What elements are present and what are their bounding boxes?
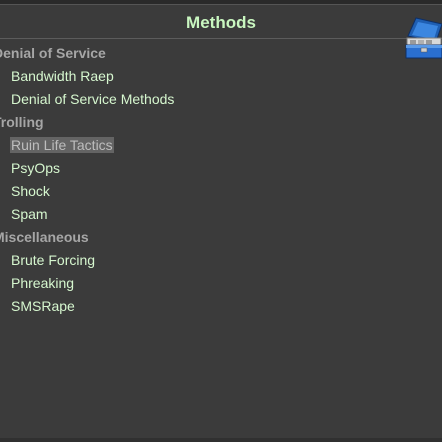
- page-title: Methods: [186, 13, 256, 32]
- methods-window: Methods Denial of Service Bandwidth Raep…: [0, 0, 442, 442]
- category-label: Miscellaneous: [0, 229, 89, 245]
- tree-item-label: Shock: [11, 183, 50, 199]
- tree-item-ruin-life-tactics[interactable]: Ruin Life Tactics: [10, 135, 114, 155]
- tree-item-smsrape[interactable]: SMSRape: [10, 296, 76, 316]
- toolbox-icon: [404, 14, 442, 60]
- category-label: Denial of Service: [0, 45, 106, 61]
- tree-item-denial-of-service-methods[interactable]: Denial of Service Methods: [10, 89, 175, 109]
- tree-item-label: Spam: [11, 206, 48, 222]
- tree-item-label: PsyOps: [11, 160, 61, 176]
- category-denial-of-service[interactable]: Denial of Service: [0, 43, 106, 63]
- tree-item-brute-forcing[interactable]: Brute Forcing: [10, 250, 96, 270]
- tree-item-spam[interactable]: Spam: [10, 204, 49, 224]
- tree-item-shock[interactable]: Shock: [10, 181, 51, 201]
- window-bottom-edge: [0, 438, 442, 442]
- tree-item-phreaking[interactable]: Phreaking: [10, 273, 75, 293]
- category-miscellaneous[interactable]: Miscellaneous: [0, 227, 89, 247]
- category-trolling[interactable]: Trolling: [0, 112, 44, 132]
- tree-item-label: Ruin Life Tactics: [10, 137, 114, 153]
- title-bar: Methods: [0, 4, 442, 39]
- tree-item-label: Bandwidth Raep: [11, 68, 114, 84]
- tree-item-label: Denial of Service Methods: [11, 91, 175, 107]
- tree-item-psyops[interactable]: PsyOps: [10, 158, 61, 178]
- tree-item-label: Brute Forcing: [11, 252, 96, 268]
- tree-item-label: Phreaking: [11, 275, 75, 291]
- category-label: Trolling: [0, 114, 44, 130]
- tree-item-bandwidth-raep[interactable]: Bandwidth Raep: [10, 66, 115, 86]
- tree-item-label: SMSRape: [11, 298, 75, 314]
